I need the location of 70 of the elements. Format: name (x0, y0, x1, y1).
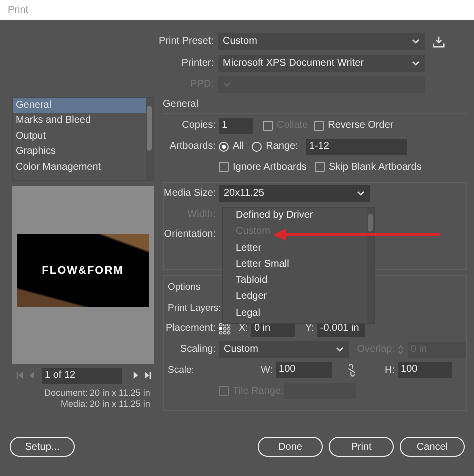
info-value: 20 in x 11.25 in (90, 398, 150, 410)
stepper-icon[interactable] (398, 344, 404, 355)
radio-button[interactable] (219, 142, 229, 152)
category-item[interactable]: Color Management (13, 160, 146, 176)
window-title: Print (8, 4, 29, 16)
field-label: W: (261, 364, 274, 376)
media-size-dropdown[interactable]: 20x11.25 (219, 184, 370, 202)
menu-item[interactable]: Legal (236, 306, 260, 322)
info-label: Media: (60, 398, 89, 410)
field-label: Y: (305, 323, 316, 334)
save-preset-icon[interactable] (433, 36, 445, 48)
chevron-icon (412, 60, 420, 66)
next-page-icon[interactable] (133, 372, 140, 379)
chevron-icon (223, 82, 231, 88)
section-title: General (163, 96, 467, 114)
scrollbar[interactable] (146, 98, 153, 180)
menu-item[interactable]: Tabloid (236, 273, 268, 290)
checkbox-label: Reverse Order (328, 120, 394, 132)
field-label: Media Size: (164, 188, 218, 199)
category-item[interactable]: Marks and Bleed (13, 113, 146, 129)
previous-page-icon[interactable] (28, 372, 35, 379)
scaling-dropdown[interactable]: Custom (219, 341, 350, 358)
field-label: Placement: (164, 323, 217, 334)
section-title: Options (167, 282, 201, 293)
dialog-button[interactable]: Print (329, 437, 394, 457)
dropdown[interactable]: Microsoft XPS Document Writer (218, 54, 425, 72)
logo-text: FLOW&FORM (42, 264, 124, 276)
radio-label: Range: (266, 141, 298, 152)
menu-item[interactable]: Defined by Driver (236, 208, 314, 224)
chevron-icon (357, 190, 365, 196)
range-field[interactable]: 1-12 (306, 138, 408, 155)
dropdown[interactable]: Custom (218, 33, 425, 50)
radio-button[interactable] (252, 142, 262, 152)
checkbox-label: Ignore Artboards (233, 162, 307, 173)
checkbox[interactable] (219, 162, 229, 172)
radio-label: All (233, 141, 244, 152)
first-page-icon[interactable] (16, 372, 23, 379)
last-page-icon[interactable] (145, 372, 152, 379)
page-field[interactable]: 1 of 12 (42, 368, 122, 384)
category-item[interactable]: Output (13, 128, 146, 144)
field-label: Scale: (167, 364, 196, 376)
field-label: Orientation: (164, 229, 217, 240)
info-value: 20 in x 11.25 in (90, 388, 150, 398)
info-label: Document: (43, 388, 89, 398)
category-item[interactable]: Graphics (13, 144, 146, 160)
field-label: Scaling: (179, 344, 217, 356)
menu-item[interactable]: Letter Small (236, 256, 290, 274)
chevron-icon (412, 39, 420, 44)
dialog-button[interactable]: Done (258, 437, 323, 457)
checkbox-label: Skip Blank Artboards (329, 162, 422, 173)
height-field[interactable]: 100 (398, 362, 452, 378)
menu-item[interactable]: Letter (236, 240, 262, 257)
field-label: Copies: (181, 120, 217, 132)
checkbox[interactable] (314, 120, 324, 131)
unlinked-chain-icon[interactable] (347, 364, 358, 377)
width-field[interactable]: 100 (276, 362, 332, 378)
dialog-button[interactable]: Cancel (400, 437, 465, 457)
category-item[interactable]: General (13, 98, 146, 114)
field-label: H: (385, 364, 396, 376)
scrollbar[interactable] (367, 208, 374, 323)
chevron-icon (336, 347, 344, 352)
copies-field[interactable]: 1 (219, 118, 253, 134)
checkbox[interactable] (315, 162, 325, 172)
field-label: Print Preset: (158, 36, 215, 48)
setup-button[interactable]: Setup... (10, 437, 75, 457)
field-label: Print Layers: (167, 302, 222, 314)
field-label: Artboards: (168, 141, 217, 152)
menu-item[interactable]: Ledger (236, 289, 268, 306)
field-label: Printer: (180, 58, 215, 69)
field-label: X: (239, 323, 250, 334)
